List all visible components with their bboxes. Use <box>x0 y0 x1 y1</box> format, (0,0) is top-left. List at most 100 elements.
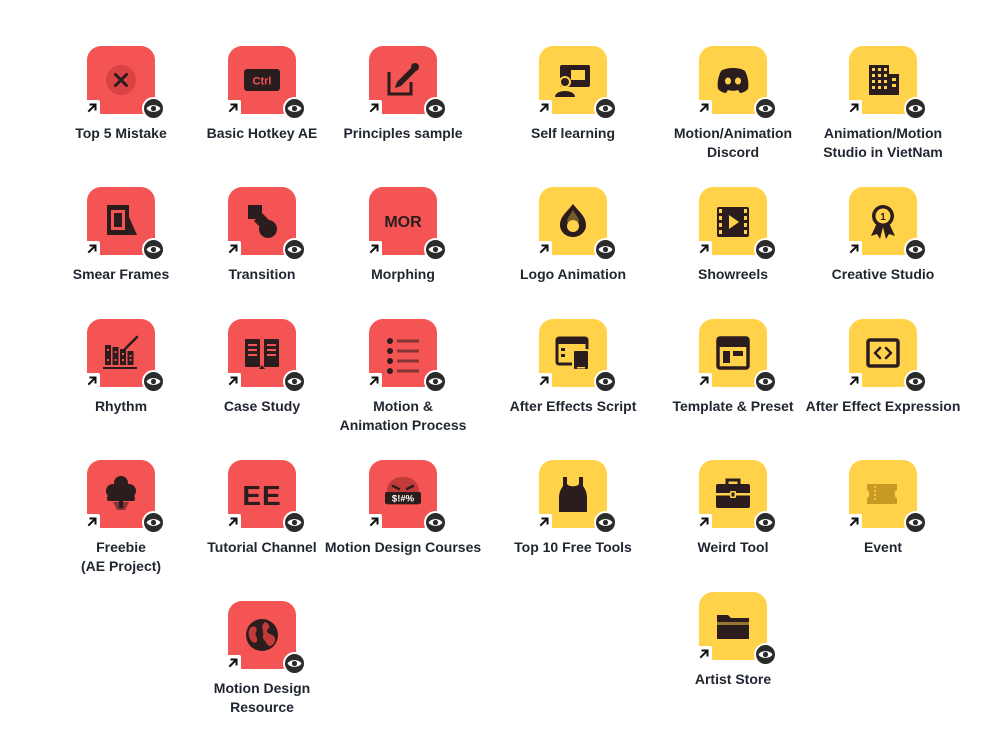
shortcut-arrow-icon <box>847 241 862 256</box>
shortcut-label-line: Transition <box>228 266 296 282</box>
shortcut-arrow-icon <box>697 514 712 529</box>
shortcut-arrow-icon <box>367 100 382 115</box>
shortcut-label-line: Discord <box>706 144 760 160</box>
shortcut-label-line: Artist Store <box>694 671 772 687</box>
svg-text:Ctrl: Ctrl <box>253 76 272 88</box>
shortcut-arrow-icon <box>226 100 241 115</box>
eye-icon <box>142 511 165 534</box>
eye-icon <box>594 97 617 120</box>
shortcut-label-line: Weird Tool <box>697 539 769 555</box>
shortcut-label: Self learning <box>493 124 653 143</box>
shortcut-label: Rhythm <box>41 397 201 416</box>
eye-icon <box>142 370 165 393</box>
shortcut-arrow-icon <box>697 241 712 256</box>
svg-text:EE: EE <box>242 480 281 511</box>
shortcut-label-line: Self learning <box>530 125 616 141</box>
shortcut-arrow-icon <box>226 373 241 388</box>
shortcut-arrow-icon <box>697 646 712 661</box>
shortcut-label: Motion Design Resource <box>182 679 342 717</box>
shortcut-label-line: After Effects Script <box>509 398 637 414</box>
shortcut-label-line: Principles sample <box>343 125 463 141</box>
shortcut-label-line: Motion & <box>373 398 433 414</box>
eye-icon <box>283 511 306 534</box>
shortcut-label-line: Motion/Animation <box>673 125 793 141</box>
shortcut-label: After Effects Script <box>493 397 653 416</box>
svg-text:1: 1 <box>880 212 886 223</box>
eye-icon <box>754 97 777 120</box>
eye-icon <box>904 238 927 261</box>
shortcut-label: Animation/Motion Studio in VietNam <box>803 124 963 162</box>
shortcut-label-line: Case Study <box>223 398 301 414</box>
shortcut-label: Event <box>803 538 963 557</box>
shortcut-arrow-icon <box>85 100 100 115</box>
shortcut-label: Showreels <box>653 265 813 284</box>
shortcut-arrow-icon <box>537 514 552 529</box>
shortcut-arrow-icon <box>367 514 382 529</box>
shortcut-arrow-icon <box>367 241 382 256</box>
eye-icon <box>754 511 777 534</box>
shortcut-label: Creative Studio <box>803 265 963 284</box>
eye-icon <box>904 370 927 393</box>
shortcut-label-line: Top 10 Free Tools <box>514 539 632 555</box>
shortcut-arrow-icon <box>367 373 382 388</box>
shortcut-arrow-icon <box>697 100 712 115</box>
eye-icon <box>142 238 165 261</box>
svg-text:MOR: MOR <box>384 214 422 231</box>
shortcut-arrow-icon <box>85 241 100 256</box>
shortcut-label: Basic Hotkey AE <box>182 124 342 143</box>
shortcut-label: Top 5 Mistake <box>41 124 201 143</box>
shortcut-label: Weird Tool <box>653 538 813 557</box>
shortcut-label-line: Top 5 Mistake <box>75 125 167 141</box>
shortcut-label-line: Studio in VietNam <box>823 144 943 160</box>
shortcut-label-line: Freebie <box>96 539 146 555</box>
shortcut-arrow-icon <box>697 373 712 388</box>
shortcut-label: Smear Frames <box>41 265 201 284</box>
shortcut-label-line: Basic Hotkey AE <box>206 125 318 141</box>
shortcut-label-line: Motion Design Courses <box>324 539 482 555</box>
shortcut-arrow-icon <box>537 100 552 115</box>
eye-icon <box>754 370 777 393</box>
eye-icon <box>904 511 927 534</box>
shortcut-arrow-icon <box>847 514 862 529</box>
shortcut-label-line: Animation Process <box>339 417 467 433</box>
shortcut-label: Motion & Animation Process <box>323 397 483 435</box>
shortcut-label-line: Template & Preset <box>672 398 794 414</box>
shortcut-arrow-icon <box>85 373 100 388</box>
shortcut-label-line: Creative Studio <box>831 266 935 282</box>
shortcut-label-line: Animation/Motion <box>823 125 943 141</box>
shortcut-arrow-icon <box>847 373 862 388</box>
shortcut-label-line: (AE Project) <box>80 558 162 574</box>
shortcut-label: Motion/Animation Discord <box>653 124 813 162</box>
shortcut-label-line: Rhythm <box>94 398 148 414</box>
shortcut-label: Tutorial Channel <box>182 538 342 557</box>
shortcut-label: Transition <box>182 265 342 284</box>
shortcut-label: Principles sample <box>323 124 483 143</box>
shortcut-label-line: Smear Frames <box>72 266 170 282</box>
eye-icon <box>424 511 447 534</box>
eye-icon <box>424 370 447 393</box>
shortcut-label-line: After Effect Expression <box>805 398 961 414</box>
shortcut-label: After Effect Expression <box>803 397 963 416</box>
shortcut-label: Case Study <box>182 397 342 416</box>
eye-icon <box>283 370 306 393</box>
shortcut-label: Morphing <box>323 265 483 284</box>
shortcut-label: Template & Preset <box>653 397 813 416</box>
shortcut-arrow-icon <box>226 241 241 256</box>
shortcut-label: Freebie (AE Project) <box>41 538 201 576</box>
shortcut-label: Logo Animation <box>493 265 653 284</box>
eye-icon <box>283 97 306 120</box>
shortcut-label: Motion Design Courses <box>323 538 483 557</box>
shortcut-arrow-icon <box>537 373 552 388</box>
svg-text:$!#%: $!#% <box>392 494 415 505</box>
eye-icon <box>904 97 927 120</box>
shortcut-arrow-icon <box>226 514 241 529</box>
eye-icon <box>424 97 447 120</box>
eye-icon <box>594 511 617 534</box>
shortcut-label-line: Tutorial Channel <box>207 539 317 555</box>
eye-icon <box>424 238 447 261</box>
eye-icon <box>142 97 165 120</box>
shortcut-arrow-icon <box>85 514 100 529</box>
shortcut-arrow-icon <box>226 655 241 670</box>
eye-icon <box>594 238 617 261</box>
eye-icon <box>754 238 777 261</box>
